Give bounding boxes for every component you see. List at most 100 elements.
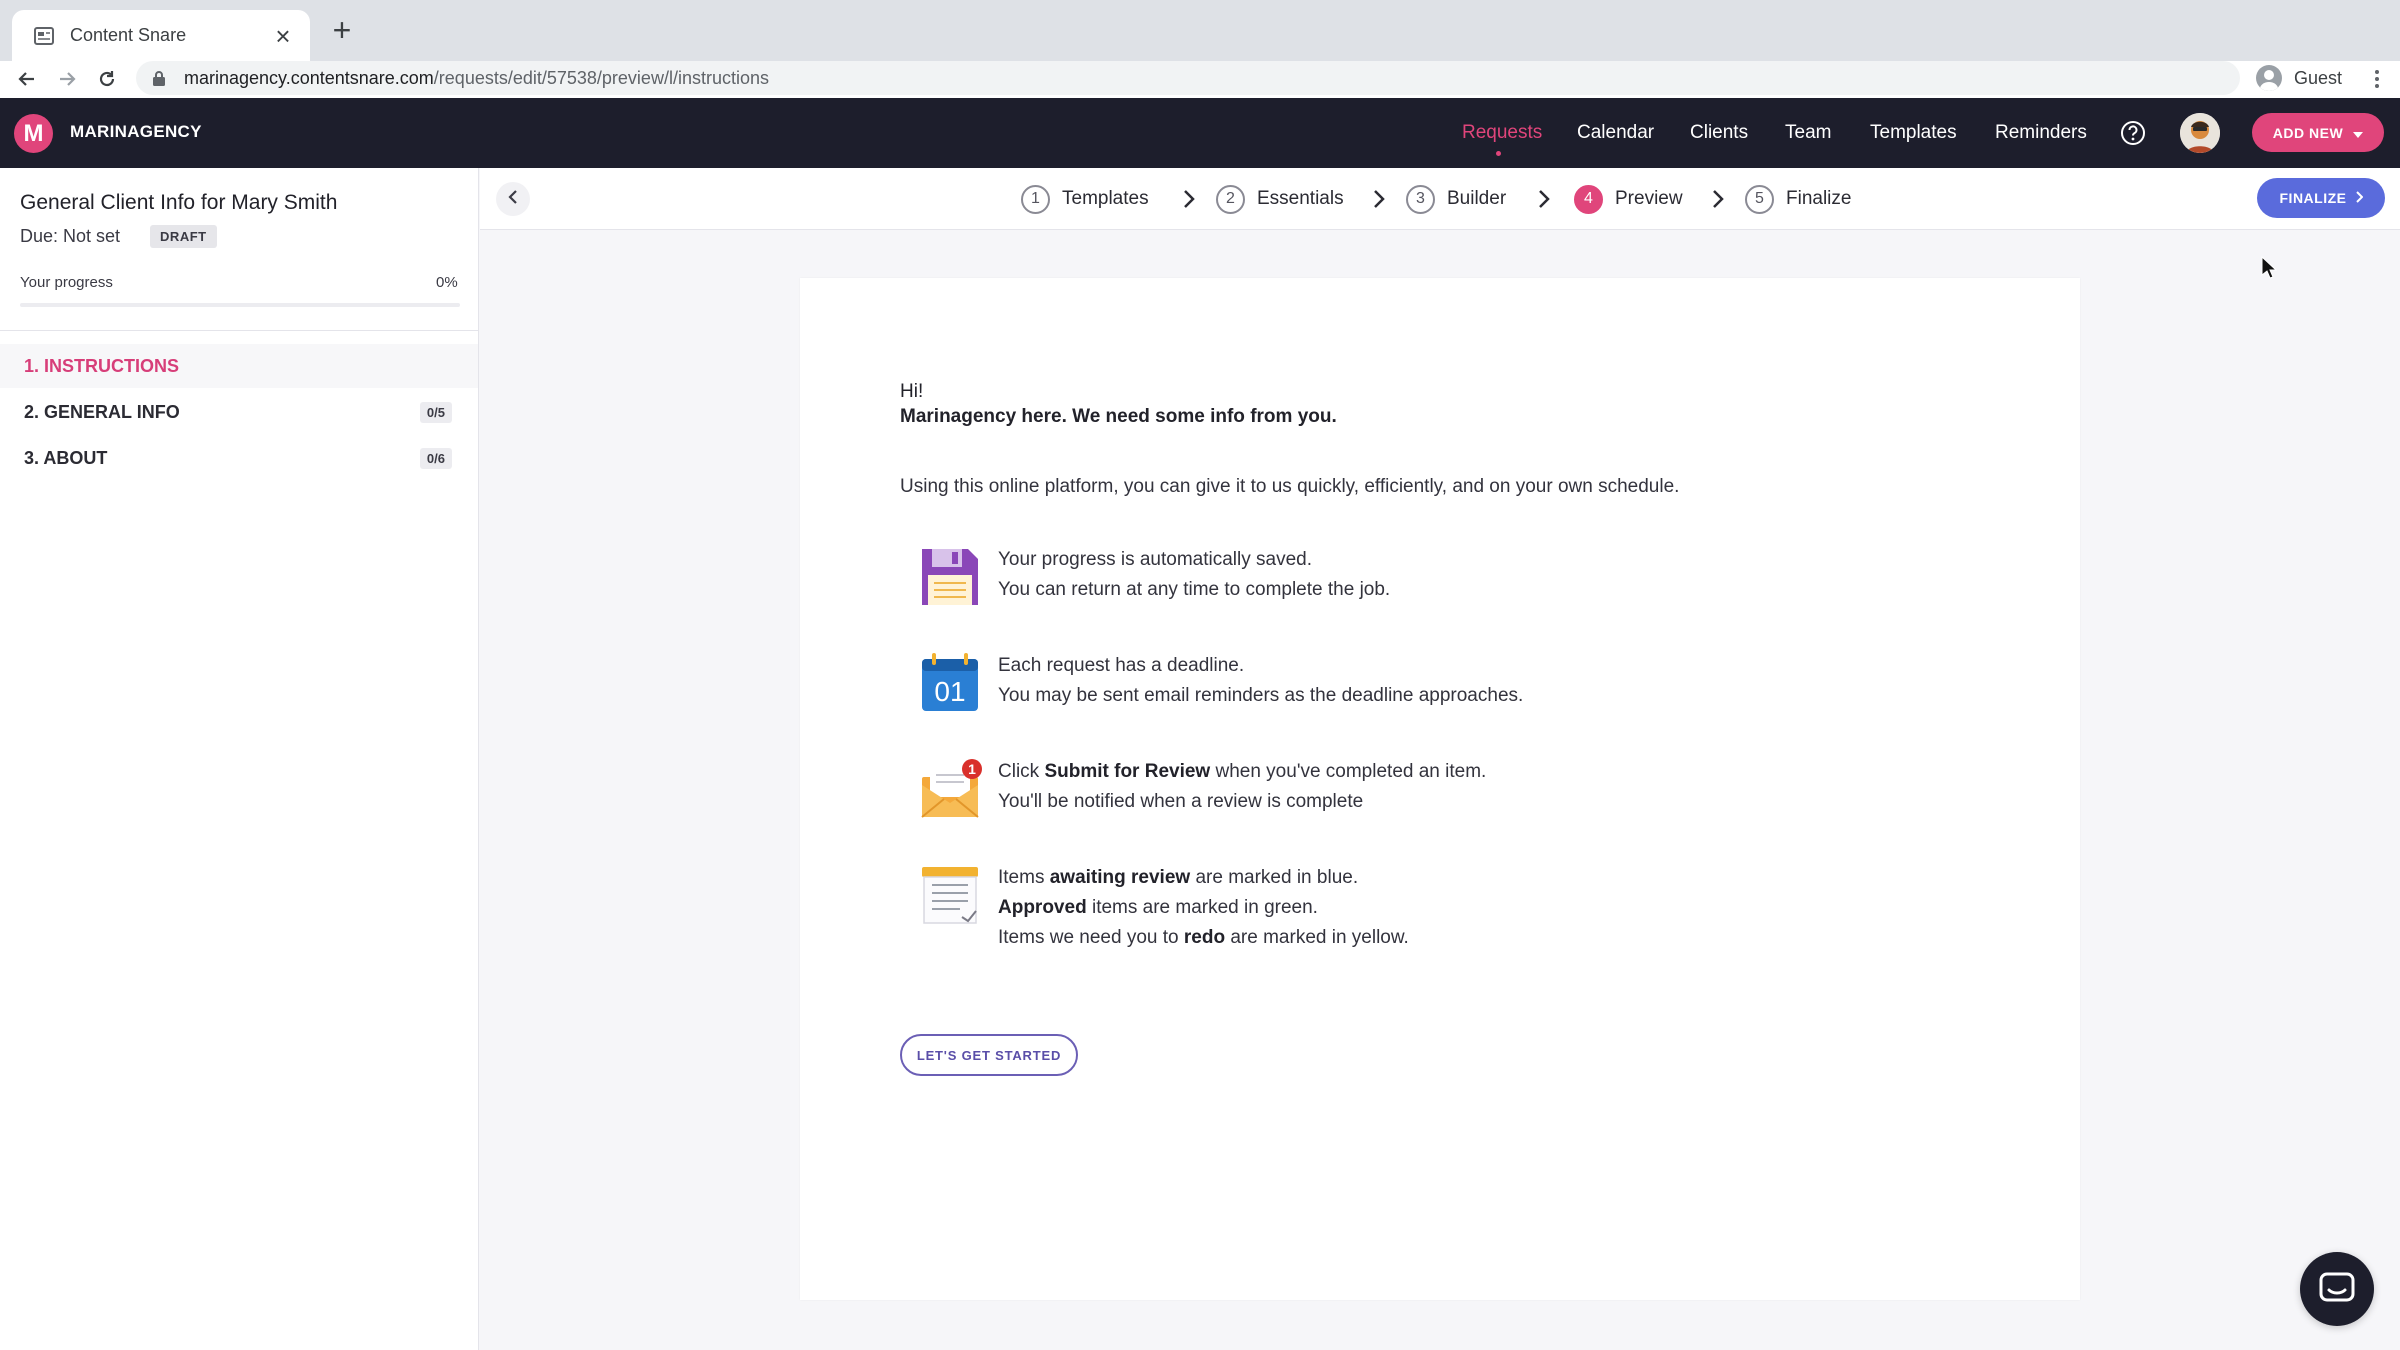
browser-menu-icon[interactable]: [2365, 63, 2389, 95]
step-chevron-icon: [1539, 190, 1550, 208]
nav-templates[interactable]: Templates: [1870, 122, 1957, 144]
step-templates[interactable]: 1 Templates: [1013, 181, 1157, 217]
step-label: Essentials: [1257, 188, 1344, 209]
chevron-right-icon: [2355, 190, 2363, 206]
sidebar-divider: [0, 330, 478, 331]
request-sidebar: General Client Info for Mary Smith Due: …: [0, 168, 479, 1350]
submit-line-1: Click Submit for Review when you've comp…: [998, 761, 1487, 782]
autosave-line-1: Your progress is automatically saved.: [998, 549, 1313, 570]
mouse-cursor-icon: [2261, 256, 2277, 279]
floppy-disk-icon: [922, 549, 978, 605]
collapse-sidebar-button[interactable]: [496, 182, 530, 216]
status-line-awaiting: Items awaiting review are marked in blue…: [998, 867, 1359, 888]
deadline-line-1: Each request has a deadline.: [998, 655, 1245, 676]
submit-text: Click Submit for Review when you've comp…: [998, 757, 1486, 821]
chat-launcher-button[interactable]: [2300, 1252, 2374, 1326]
page-favicon-icon: [34, 26, 54, 46]
step-number: 3: [1406, 184, 1435, 214]
deadline-text: Each request has a deadline. You may be …: [998, 651, 1523, 715]
step-label: Builder: [1447, 188, 1507, 209]
section-about[interactable]: 3. ABOUT 0/6: [0, 436, 478, 480]
step-finalize[interactable]: 5 Finalize: [1737, 181, 1859, 217]
greeting-hi: Hi!: [900, 381, 924, 402]
request-title: General Client Info for Mary Smith: [20, 191, 338, 214]
chat-icon: [2319, 1272, 2355, 1302]
status-line-redo: Items we need you to redo are marked in …: [998, 927, 1409, 948]
close-tab-icon[interactable]: ×: [270, 23, 296, 49]
section-label: 1. INSTRUCTIONS: [24, 355, 180, 376]
url-path: /requests/edit/57538/preview/l/instructi…: [433, 67, 769, 88]
status-colors-text: Items awaiting review are marked in blue…: [998, 863, 1409, 953]
autosave-text: Your progress is automatically saved. Yo…: [998, 545, 1390, 609]
greeting: Hi! Marinagency here. We need some info …: [900, 379, 1337, 429]
add-new-button[interactable]: ADD NEW: [2252, 113, 2384, 152]
status-line-approved: Approved items are marked in green.: [998, 897, 1318, 918]
url-text: marinagency.contentsnare.com/requests/ed…: [184, 68, 769, 89]
browser-tab[interactable]: Content Snare ×: [12, 10, 310, 61]
due-date-line: Due: Not set DRAFT: [20, 225, 217, 248]
brand-logo[interactable]: M: [14, 114, 53, 153]
section-instructions[interactable]: 1. INSTRUCTIONS: [0, 344, 478, 388]
caret-down-icon: [2353, 125, 2364, 141]
section-general-info[interactable]: 2. GENERAL INFO 0/5: [0, 390, 478, 434]
step-preview[interactable]: 4 Preview: [1566, 181, 1691, 217]
calendar-icon: 01: [922, 653, 978, 711]
lock-icon: [152, 70, 168, 86]
instructions-card: Hi! Marinagency here. We need some info …: [800, 278, 2080, 1300]
nav-team[interactable]: Team: [1785, 122, 1831, 144]
section-count: 0/6: [419, 447, 452, 469]
info-deadline: 01 Each request has a deadline. You may …: [918, 651, 1523, 715]
help-icon[interactable]: [2120, 120, 2146, 146]
nav-clients[interactable]: Clients: [1690, 122, 1748, 144]
new-tab-icon[interactable]: +: [325, 14, 359, 48]
step-label: Finalize: [1786, 188, 1852, 209]
section-label: 2. GENERAL INFO: [24, 401, 180, 422]
step-label: Preview: [1615, 188, 1683, 209]
url-host: marinagency.contentsnare.com: [184, 67, 434, 88]
step-label: Templates: [1062, 188, 1149, 209]
user-avatar[interactable]: [2180, 113, 2220, 153]
chevron-left-icon: [508, 189, 518, 210]
calendar-day: 01: [934, 676, 965, 707]
section-count: 0/5: [419, 401, 452, 423]
info-autosave: Your progress is automatically saved. Yo…: [918, 545, 1390, 609]
status-badge: DRAFT: [150, 225, 217, 248]
step-number: 5: [1745, 184, 1774, 214]
step-number: 1: [1021, 184, 1050, 214]
autosave-line-2: You can return at any time to complete t…: [998, 579, 1391, 600]
browser-tab-title: Content Snare: [70, 25, 187, 45]
app-header: M MARINAGENCY Requests Calendar Clients …: [0, 98, 2400, 168]
nav-requests[interactable]: Requests: [1462, 122, 1542, 144]
greeting-message: Marinagency here. We need some info from…: [900, 406, 1337, 427]
forward-arrow-icon[interactable]: [51, 63, 83, 95]
step-builder[interactable]: 3 Builder: [1398, 181, 1514, 217]
finalize-label: FINALIZE: [2279, 190, 2347, 206]
step-chevron-icon: [1374, 190, 1385, 208]
intro-text: Using this online platform, you can give…: [900, 476, 1680, 497]
profile-label: Guest: [2294, 67, 2343, 88]
envelope-notification-icon: 1: [921, 759, 982, 818]
step-number: 2: [1216, 184, 1245, 214]
step-essentials[interactable]: 2 Essentials: [1208, 181, 1352, 217]
step-chevron-icon: [1713, 190, 1724, 208]
wizard-stepper: 1 Templates 2 Essentials 3 Builder 4 Pre…: [480, 168, 2400, 230]
info-submit: 1 Click Submit for Review when you've co…: [918, 757, 1486, 821]
nav-reminders[interactable]: Reminders: [1995, 122, 2087, 144]
add-new-label: ADD NEW: [2272, 124, 2344, 141]
reload-icon[interactable]: [91, 63, 123, 95]
finalize-button[interactable]: FINALIZE: [2257, 178, 2385, 218]
get-started-button[interactable]: LET'S GET STARTED: [900, 1034, 1078, 1076]
profile-button[interactable]: Guest: [2250, 61, 2358, 95]
back-arrow-icon[interactable]: [11, 63, 43, 95]
section-label: 3. ABOUT: [24, 447, 108, 468]
nav-calendar[interactable]: Calendar: [1577, 122, 1654, 144]
step-chevron-icon: [1184, 190, 1195, 208]
step-number: 4: [1574, 184, 1603, 214]
profile-avatar-icon: [2256, 65, 2282, 91]
progress-label: Your progress: [20, 274, 113, 291]
address-bar[interactable]: marinagency.contentsnare.com/requests/ed…: [136, 61, 2240, 95]
notification-count: 1: [968, 761, 976, 777]
info-status-colors: Items awaiting review are marked in blue…: [918, 863, 1409, 953]
checklist-icon: [922, 867, 978, 924]
brand-name[interactable]: MARINAGENCY: [70, 122, 202, 142]
